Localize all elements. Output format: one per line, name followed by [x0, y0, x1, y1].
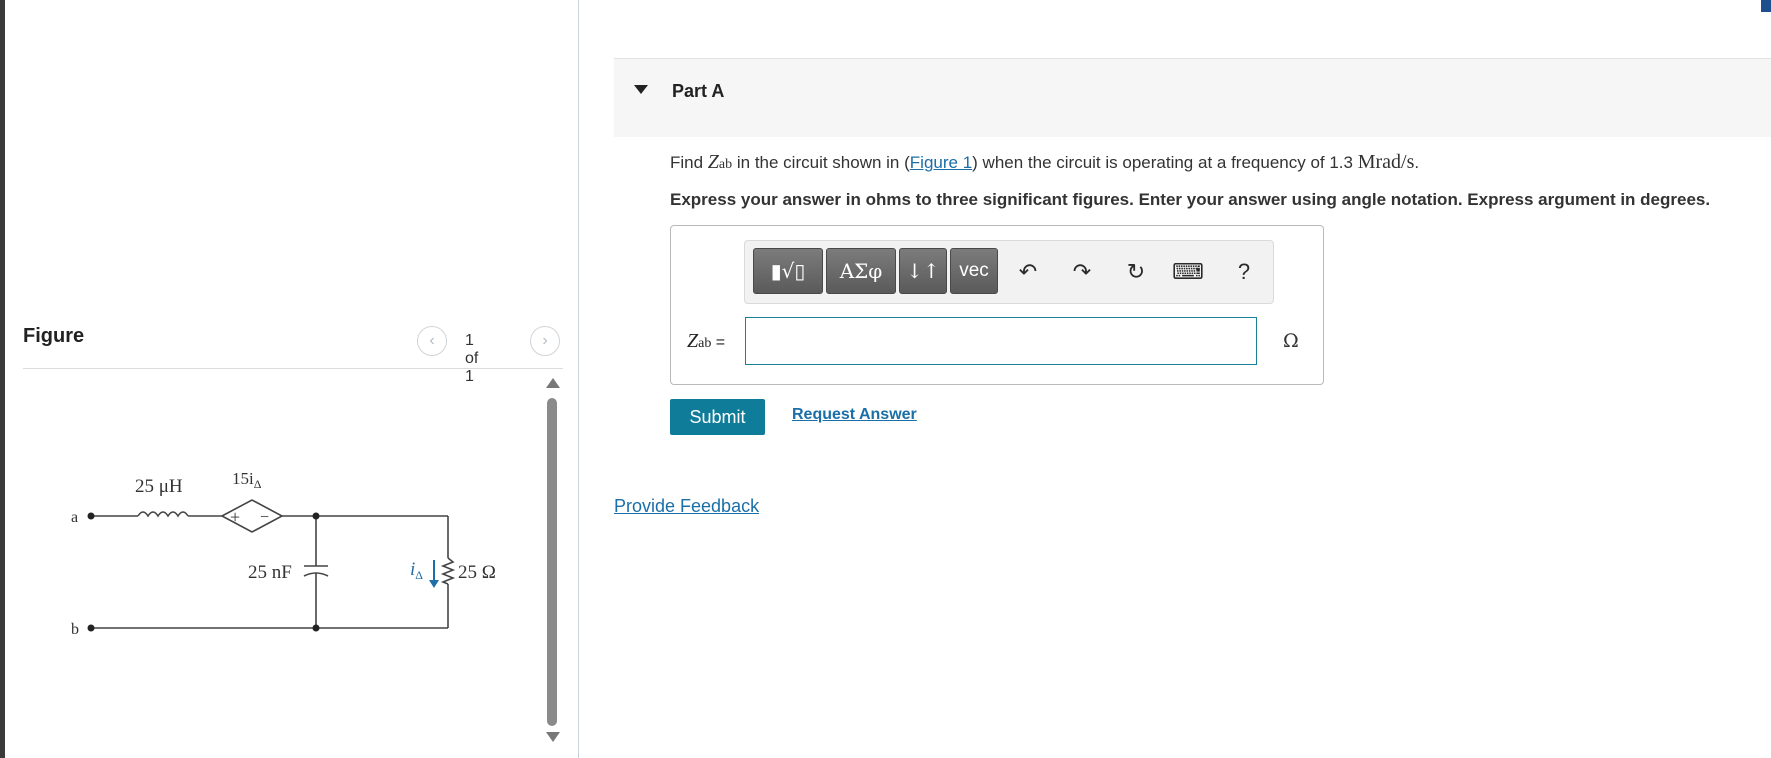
source-minus-sign: −	[260, 509, 269, 526]
capacitor-label: 25 nF	[248, 562, 292, 583]
answer-input[interactable]	[745, 317, 1257, 365]
scroll-up-arrow-icon[interactable]	[546, 378, 560, 388]
reset-icon[interactable]: ↻	[1121, 257, 1151, 287]
request-answer-link[interactable]: Request Answer	[792, 406, 917, 424]
node-a-label: a	[71, 509, 78, 526]
node-b-label: b	[71, 621, 79, 638]
inductor-label: 25 μH	[135, 476, 183, 497]
dependent-source-label: 15iΔ	[232, 469, 262, 491]
figure-divider	[23, 368, 563, 369]
answer-label: Zab =	[687, 330, 726, 352]
help-icon[interactable]: ?	[1229, 257, 1259, 287]
redo-icon[interactable]: ↷	[1067, 257, 1097, 287]
arrows-button[interactable]: ↓↑	[899, 248, 947, 294]
submit-button[interactable]: Submit	[670, 399, 765, 435]
scroll-thumb[interactable]	[547, 398, 557, 726]
top-accent-bar	[1761, 0, 1771, 12]
part-title: Part A	[672, 81, 725, 101]
math-toolbar: ▮√▯ ΑΣφ ↓↑ vec ↶ ↷ ↻ ⌨ ?	[744, 240, 1274, 304]
provide-feedback-link[interactable]: Provide Feedback	[614, 496, 759, 517]
current-label: iΔ	[410, 559, 423, 582]
previous-figure-button[interactable]: ‹	[417, 326, 447, 356]
answer-area: ▮√▯ ΑΣφ ↓↑ vec ↶ ↷ ↻ ⌨ ? Zab = Ω	[670, 225, 1324, 385]
greek-symbols-button[interactable]: ΑΣφ	[826, 248, 896, 294]
chevron-left-icon: ‹	[429, 332, 435, 349]
question-text: Find Zab in the circuit shown in (Figure…	[670, 151, 1420, 173]
templates-button[interactable]: ▮√▯	[753, 248, 823, 294]
fraction-sqrt-icon: ▮√▯	[770, 259, 806, 283]
answer-instruction: Express your answer in ohms to three sig…	[670, 190, 1711, 209]
figure-panel: Figure ‹ 1 of 1 › a b 25 μH 15iΔ + − 25 …	[5, 0, 579, 758]
figure-scrollbar[interactable]	[545, 378, 560, 746]
answer-unit: Ω	[1283, 330, 1299, 352]
undo-icon[interactable]: ↶	[1013, 257, 1043, 287]
resistor-label: 25 Ω	[458, 562, 496, 583]
figure-1-link[interactable]: Figure 1	[910, 153, 972, 172]
chevron-right-icon: ›	[542, 332, 548, 349]
keyboard-icon[interactable]: ⌨	[1172, 257, 1204, 287]
figure-page-indicator: 1 of 1	[465, 332, 479, 385]
part-a-header[interactable]: Part A	[614, 58, 1771, 137]
collapse-caret-icon[interactable]	[634, 85, 648, 94]
scroll-down-arrow-icon[interactable]	[546, 732, 560, 742]
next-figure-button[interactable]: ›	[530, 326, 560, 356]
up-down-arrows-icon: ↓↑	[906, 259, 940, 283]
circuit-diagram: a b 25 μH 15iΔ + − 25 nF iΔ 25 Ω	[71, 469, 496, 638]
source-plus-sign: +	[230, 507, 240, 527]
figure-title: Figure	[23, 325, 85, 347]
vector-button[interactable]: vec	[950, 248, 998, 294]
